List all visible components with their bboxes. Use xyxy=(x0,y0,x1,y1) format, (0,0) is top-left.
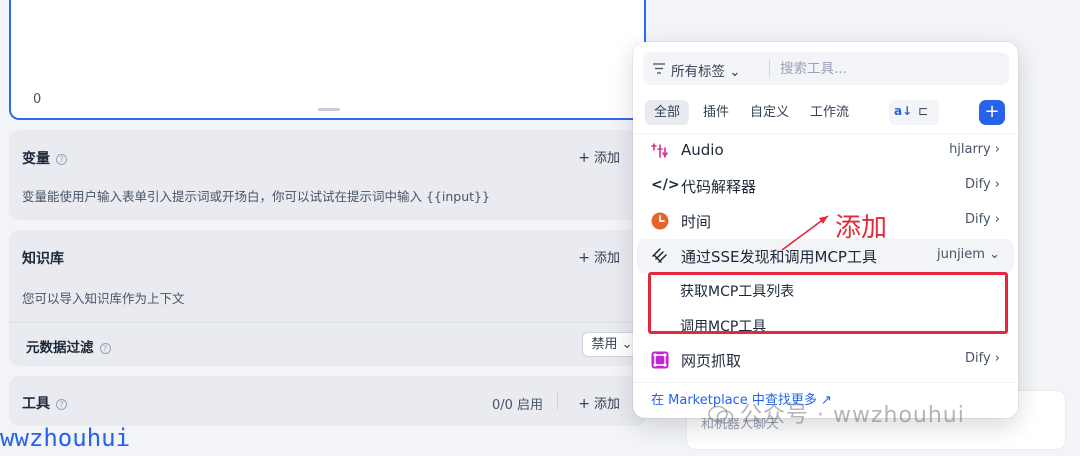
annotation-label: 添加 xyxy=(835,213,888,243)
tool-name: 代码解释器 xyxy=(681,178,757,196)
knowledge-title: 知识库 xyxy=(22,251,64,267)
view-toggle-group: a↓ ⊏ xyxy=(889,100,939,125)
divider xyxy=(769,60,770,77)
tool-name: Audio xyxy=(681,141,724,159)
tool-author: Dify › xyxy=(964,351,1000,366)
watermark: 公众号 · wwzhouhui xyxy=(708,397,965,429)
tool-name: 网页抓取 xyxy=(681,352,742,370)
add-tool-plus-button[interactable]: + xyxy=(979,100,1005,125)
sort-alpha-icon[interactable]: a↓ xyxy=(894,104,912,118)
code-icon: </> xyxy=(651,177,680,193)
annotation-arrow-icon xyxy=(781,215,829,251)
resize-handle[interactable] xyxy=(318,108,340,111)
info-icon[interactable]: ? xyxy=(56,154,67,165)
annotation-highlight-box xyxy=(648,272,1008,334)
tool-author: junjiem ⌄ xyxy=(936,247,1000,262)
tag-filter-dropdown[interactable]: 所有标签 ⌄ xyxy=(671,60,741,80)
tool-author: hjlarry › xyxy=(949,142,1000,157)
wechat-logo-icon xyxy=(708,405,734,424)
watermark: wwzhouhui xyxy=(0,424,131,452)
filter-icon[interactable] xyxy=(653,63,665,74)
divider xyxy=(633,382,1018,383)
tool-name: 时间 xyxy=(681,213,712,231)
tools-title: 工具? xyxy=(22,393,67,413)
info-icon[interactable]: ? xyxy=(56,399,67,410)
plus-icon: + xyxy=(578,150,590,166)
tool-author: Dify › xyxy=(964,212,1000,227)
tab-all[interactable]: 全部 xyxy=(645,100,689,125)
metadata-filter-label: 元数据过滤? xyxy=(26,336,111,356)
divider xyxy=(9,322,646,323)
tab-custom[interactable]: 自定义 xyxy=(750,100,789,125)
tool-search-input[interactable] xyxy=(780,57,980,80)
knowledge-card: 知识库 + 添加 您可以导入知识库作为上下文 元数据过滤? xyxy=(9,230,646,366)
knowledge-description: 您可以导入知识库作为上下文 xyxy=(22,291,185,306)
tools-enabled-count: 0/0 启用 xyxy=(491,398,543,413)
add-tool-button[interactable]: + 添加 xyxy=(578,393,620,412)
tool-search-bar: 所有标签 ⌄ xyxy=(643,52,1009,85)
mcp-icon xyxy=(652,248,667,263)
add-knowledge-button[interactable]: + 添加 xyxy=(578,247,620,266)
app-config-panel: 0 变量? + 添加 变量能使用户输入表单引入提示词或开场白，你可以试试在提示词中… xyxy=(0,0,660,456)
tree-view-icon[interactable]: ⊏ xyxy=(918,104,928,118)
tool-item-web-scraper[interactable]: 网页抓取 Dify › xyxy=(637,343,1014,377)
web-scraper-icon xyxy=(651,351,669,369)
tab-workflow[interactable]: 工作流 xyxy=(810,100,849,125)
variables-card: 变量? + 添加 变量能使用户输入表单引入提示词或开场白，你可以试试在提示词中输入… xyxy=(9,130,646,220)
plus-icon: + xyxy=(578,250,590,266)
tool-item-audio[interactable]: Audio hjlarry › xyxy=(637,134,1014,168)
tool-author: Dify › xyxy=(964,177,1000,192)
chevron-down-icon: ⌄ xyxy=(617,337,633,352)
audio-icon xyxy=(651,143,668,158)
chevron-down-icon: ⌄ xyxy=(725,64,741,80)
char-count: 0 xyxy=(33,92,42,107)
tool-item-code-interpreter[interactable]: </> 代码解释器 Dify › xyxy=(637,169,1014,203)
clock-icon xyxy=(651,212,669,230)
prompt-editor[interactable]: 0 xyxy=(9,0,646,120)
variables-description: 变量能使用户输入表单引入提示词或开场白，你可以试试在提示词中输入 {{input… xyxy=(22,189,490,204)
plus-icon: + xyxy=(578,396,590,412)
info-icon[interactable]: ? xyxy=(99,343,111,354)
tab-plugins[interactable]: 插件 xyxy=(703,100,729,125)
tools-card: 工具? 0/0 启用 + 添加 xyxy=(9,376,646,426)
divider xyxy=(557,392,558,410)
variables-title: 变量? xyxy=(22,148,67,168)
add-variable-button[interactable]: + 添加 xyxy=(578,147,620,166)
